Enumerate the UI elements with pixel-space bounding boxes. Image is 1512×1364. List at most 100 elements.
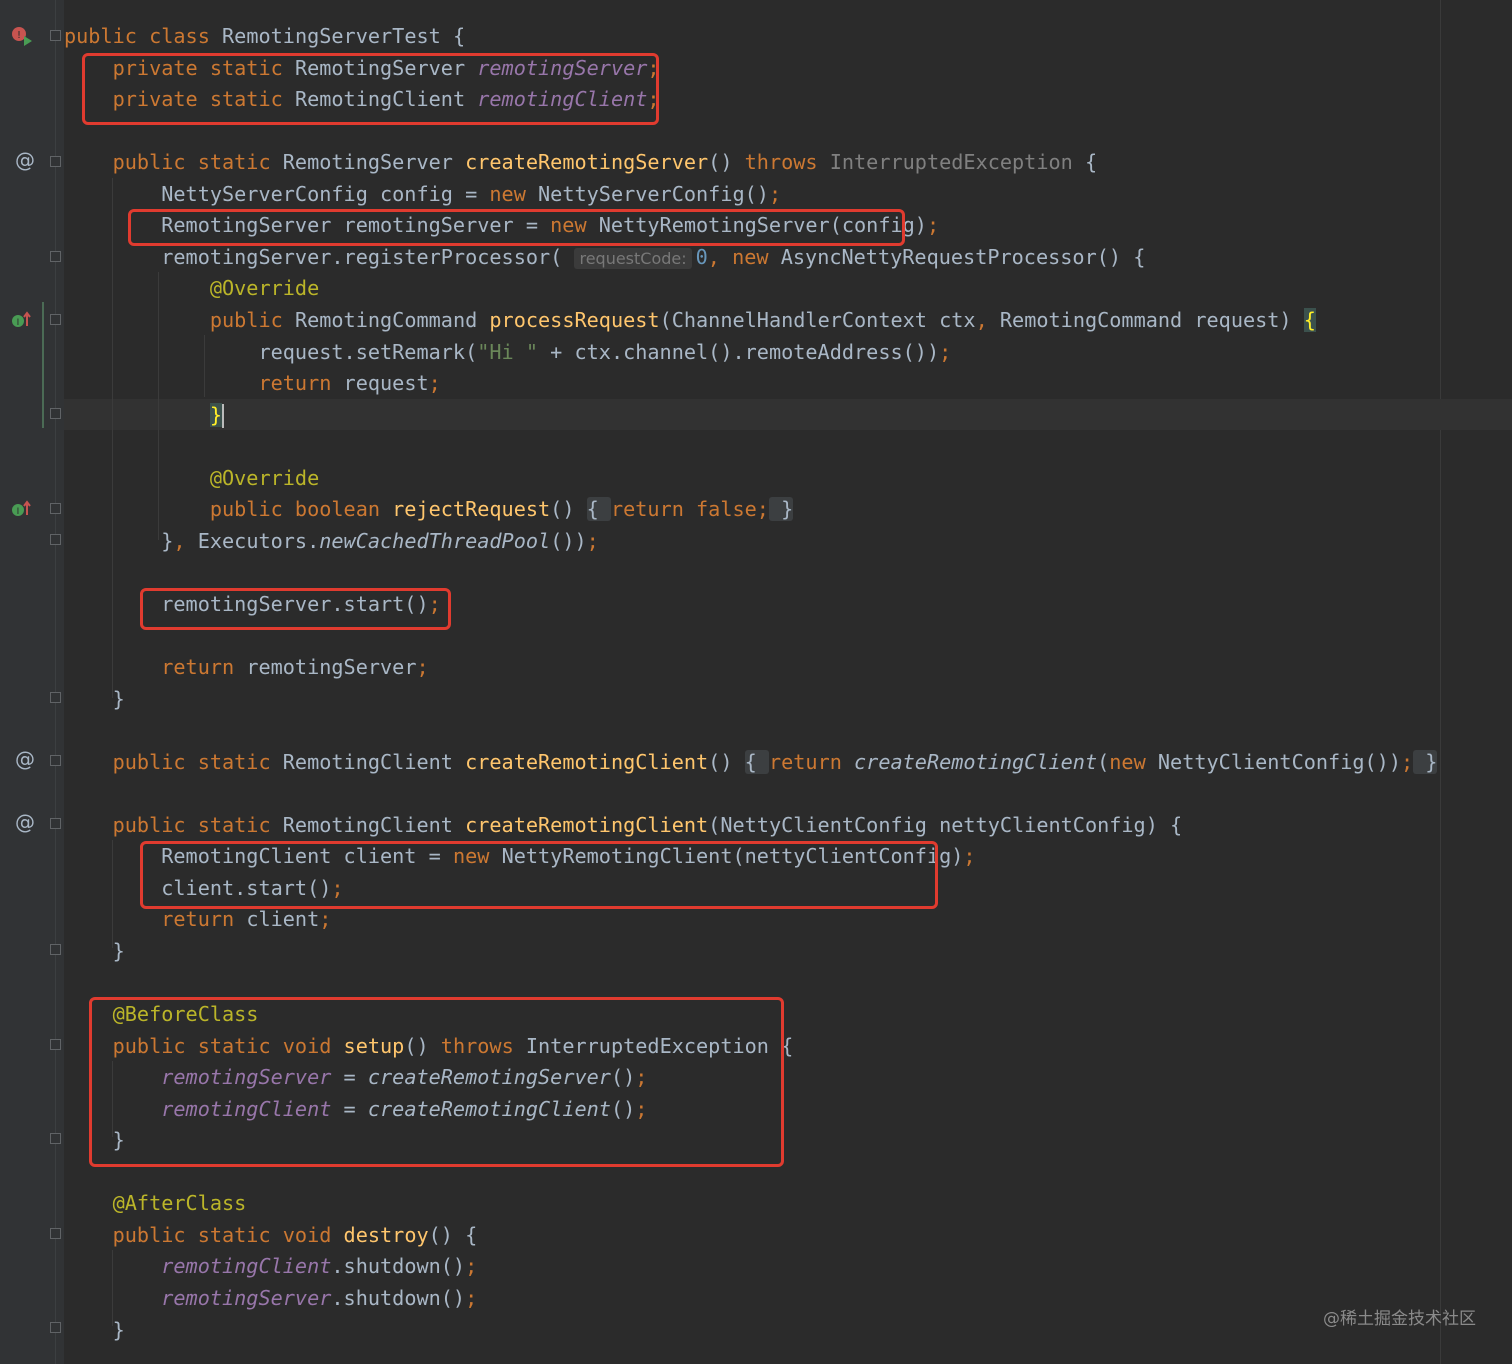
code-line[interactable]: public static RemotingServer createRemot… [64,147,1098,178]
code-token: ()) [550,528,587,553]
code-token: request.setRemark( [64,339,478,364]
code-token: createRemotingClient [854,749,1098,774]
code-token: { [744,749,769,774]
code-line[interactable]: return client; [64,904,331,935]
code-token: public boolean [64,497,393,522]
code-token: remotingClient [64,1254,332,1279]
code-line[interactable]: public RemotingCommand processRequest(Ch… [64,305,1316,336]
code-token: return [64,371,344,396]
code-token: 0 [695,244,708,269]
code-token: ; [768,181,782,206]
code-token: InterruptedException [829,150,1073,175]
code-token: return [768,749,855,774]
code-token: return false; [610,497,769,522]
code-line[interactable]: return remotingServer; [64,652,429,683]
code-token: (ChannelHandlerContext ctx [659,307,976,332]
code-token: public static void [64,1222,344,1247]
code-token: remotingServer.registerProcessor( [64,244,575,269]
code-token: new [1109,749,1158,774]
code-token: remotingServer [246,655,417,679]
code-token: ; [586,528,599,553]
code-token: NettyServerConfig() [538,181,769,206]
code-token: @AfterClass [64,1191,247,1216]
code-line[interactable]: public class RemotingServerTest { [64,21,465,52]
code-token: client [246,907,320,932]
code-line[interactable]: } [64,684,125,715]
code-token: RemotingCommand [294,307,490,332]
code-line[interactable]: public static RemotingClient createRemot… [64,747,1438,778]
code-token: , [975,307,1000,332]
code-token: , new [707,244,781,269]
code-line[interactable]: }, Executors.newCachedThreadPool()); [64,526,599,557]
code-line[interactable]: @AfterClass [64,1188,247,1219]
code-token: { [586,497,611,522]
code-line[interactable]: @Override [64,273,319,304]
code-token: ; [416,655,429,679]
code-token: @Override [64,465,320,490]
code-line[interactable]: remotingServer.registerProcessor( reques… [64,242,1145,273]
code-line[interactable]: public static RemotingClient createRemot… [64,810,1183,841]
code-line[interactable]: NettyServerConfig config = new NettyServ… [64,179,781,210]
code-token: RemotingCommand request) [999,307,1304,332]
code-token: AsyncNettyRequestProcessor() { [780,244,1146,269]
code-token: () [550,497,587,522]
code-token: () { [428,1222,478,1247]
code-token: ; [319,907,332,932]
code-token: RemotingClient [282,749,466,774]
code-line[interactable]: public static void destroy() { [64,1220,478,1251]
parameter-hint: requestCode: [574,247,692,269]
code-token: .shutdown() [331,1286,466,1310]
code-line[interactable]: } [64,1315,125,1346]
code-token: "Hi " [477,339,539,364]
code-token: new [489,181,539,206]
code-line[interactable]: @Override [64,463,319,494]
code-token: createRemotingClient [465,812,709,837]
code-line[interactable]: return request; [64,368,441,399]
code-token: ( [1097,749,1110,774]
code-token: createRemotingClient [465,749,709,774]
code-token: public static [64,150,283,175]
highlight-box-server-init [128,209,905,246]
highlight-box-fields [82,53,659,125]
code-token: NettyServerConfig config = [64,181,490,206]
highlight-box-setup [89,997,784,1167]
highlight-box-client-init [140,841,938,909]
code-token: remotingServer [64,1286,332,1310]
code-token: { [1303,307,1316,332]
code-token: .shutdown() [331,1254,466,1279]
code-token: throws [744,150,830,175]
code-token: ; [926,213,940,238]
watermark: @稀土掘金技术社区 [1323,1309,1476,1329]
code-token: } [64,528,174,553]
code-token: public class [64,24,223,48]
code-line[interactable]: } [64,400,225,431]
code-token: RemotingServerTest { [222,24,466,48]
code-token: , [173,528,198,553]
code-token: NettyClientConfig()) [1157,749,1401,774]
code-token: } [1413,749,1438,774]
code-token: () [708,749,745,774]
code-token: newCachedThreadPool [319,528,551,553]
code-token: processRequest [489,307,660,332]
code-line[interactable]: request.setRemark("Hi " + ctx.channel().… [64,337,951,368]
code-token: } [768,497,794,522]
code-token: ; [939,339,952,364]
code-token: RemotingServer [282,150,466,175]
code-line[interactable]: remotingClient.shutdown(); [64,1251,477,1282]
code-token: destroy [343,1222,429,1247]
text-caret [222,404,225,429]
code-token: ; [428,371,441,396]
code-line[interactable]: } [64,936,125,967]
code-token: Executors. [197,528,320,553]
code-token: public static [64,749,283,774]
code-token: @Override [64,276,320,301]
code-token: (NettyClientConfig nettyClientConfig) { [708,812,1183,837]
code-token: ; [1400,749,1414,774]
code-line[interactable]: remotingServer.shutdown(); [64,1283,477,1314]
code-token: rejectRequest [392,497,551,522]
code-token: ; [465,1254,478,1279]
code-line[interactable]: public boolean rejectRequest() { return … [64,494,794,525]
code-token: return [64,907,247,932]
code-token: ; [963,844,976,869]
